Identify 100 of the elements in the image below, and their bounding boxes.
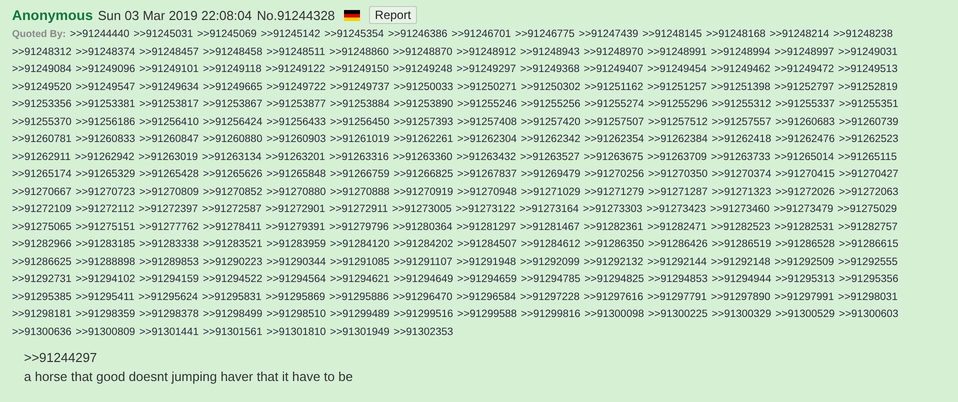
backlink[interactable]: >>91291948	[456, 256, 516, 268]
backlink[interactable]: >>91279796	[329, 220, 389, 232]
backlink[interactable]: >>91300636	[12, 326, 72, 338]
backlink[interactable]: >>91248312	[12, 46, 72, 58]
backlink[interactable]: >>91294785	[520, 273, 580, 285]
backlink[interactable]: >>91294825	[584, 273, 644, 285]
backlink[interactable]: >>91255312	[712, 98, 772, 110]
backlink[interactable]: >>91296584	[456, 290, 516, 302]
backlink[interactable]: >>91255370	[12, 116, 72, 128]
backlink[interactable]: >>91272397	[138, 203, 198, 215]
backlink[interactable]: >>91263201	[266, 150, 326, 162]
backlink[interactable]: >>91249031	[838, 46, 898, 58]
backlink[interactable]: >>91248860	[329, 46, 389, 58]
backlink[interactable]: >>91249737	[330, 80, 390, 92]
backlink[interactable]: >>91256450	[330, 116, 390, 128]
backlink[interactable]: >>91270667	[12, 186, 72, 198]
backlink[interactable]: >>91284202	[394, 238, 454, 250]
backlink[interactable]: >>91284612	[520, 238, 580, 250]
backlink[interactable]: >>91249122	[266, 63, 326, 75]
backlink[interactable]: >>91255337	[775, 98, 835, 110]
backlink[interactable]: >>91249454	[647, 63, 707, 75]
backlink[interactable]: >>91260903	[266, 133, 326, 145]
backlink[interactable]: >>91256186	[76, 116, 136, 128]
backlink[interactable]: >>91270948	[457, 186, 517, 198]
backlink[interactable]: >>91255351	[838, 98, 898, 110]
backlink[interactable]: >>91273479	[774, 203, 834, 215]
backlink[interactable]: >>91272109	[12, 203, 72, 215]
backlink[interactable]: >>91286350	[584, 238, 644, 250]
backlink[interactable]: >>91297991	[774, 290, 834, 302]
backlink[interactable]: >>91253884	[330, 98, 390, 110]
backlink[interactable]: >>91273005	[392, 203, 452, 215]
backlink[interactable]: >>91301441	[139, 326, 199, 338]
backlink[interactable]: >>91292144	[647, 256, 707, 268]
backlink[interactable]: >>91248912	[456, 46, 516, 58]
backlink[interactable]: >>91262942	[74, 150, 134, 162]
backlink[interactable]: >>91282361	[584, 220, 644, 232]
backlink[interactable]: >>91248870	[392, 46, 452, 58]
backlink[interactable]: >>91248943	[520, 46, 580, 58]
backlink[interactable]: >>91270888	[330, 186, 390, 198]
backlink[interactable]: >>91265115	[838, 150, 897, 162]
backlink[interactable]: >>91298031	[838, 290, 898, 302]
backlink[interactable]: >>91294522	[202, 273, 262, 285]
backlink[interactable]: >>91249118	[202, 63, 262, 75]
backlink[interactable]: >>91270852	[202, 186, 262, 198]
backlink[interactable]: >>91272587	[202, 203, 262, 215]
backlink[interactable]: >>91265329	[76, 168, 136, 180]
backlink[interactable]: >>91271279	[584, 186, 644, 198]
backlink[interactable]: >>91292555	[838, 256, 898, 268]
backlink[interactable]: >>91265428	[139, 168, 199, 180]
backlink[interactable]: >>91257507	[584, 116, 644, 128]
backlink[interactable]: >>91301810	[266, 326, 326, 338]
backlink[interactable]: >>91249634	[139, 80, 199, 92]
backlink[interactable]: >>91265626	[202, 168, 262, 180]
backlink[interactable]: >>91272026	[775, 186, 835, 198]
backlink[interactable]: >>91245142	[260, 28, 320, 40]
backlink[interactable]: >>91253817	[139, 98, 199, 110]
backlink[interactable]: >>91245354	[324, 28, 384, 40]
backlink[interactable]: >>91253877	[266, 98, 326, 110]
backlink[interactable]: >>91265174	[12, 168, 72, 180]
backlink[interactable]: >>91301949	[330, 326, 390, 338]
backlink[interactable]: >>91249665	[202, 80, 262, 92]
backlink[interactable]: >>91257557	[712, 116, 772, 128]
backlink[interactable]: >>91249513	[838, 63, 898, 75]
backlink[interactable]: >>91302353	[394, 326, 454, 338]
backlink[interactable]: >>91270880	[266, 186, 326, 198]
post-number-link[interactable]: No.91244328	[256, 8, 335, 22]
backlink[interactable]: >>91282471	[647, 220, 707, 232]
backlink[interactable]: >>91255296	[648, 98, 708, 110]
backlink[interactable]: >>91249297	[456, 63, 516, 75]
backlink[interactable]: >>91263360	[392, 150, 452, 162]
backlink[interactable]: >>91262476	[775, 133, 835, 145]
backlink[interactable]: >>91262342	[520, 133, 580, 145]
backlink[interactable]: >>91296470	[392, 290, 452, 302]
backlink[interactable]: >>91294159	[139, 273, 199, 285]
backlink[interactable]: >>91297791	[647, 290, 707, 302]
backlink[interactable]: >>91253356	[12, 98, 72, 110]
backlink[interactable]: >>91292509	[774, 256, 834, 268]
backlink[interactable]: >>91249101	[139, 63, 199, 75]
backlink[interactable]: >>91255256	[520, 98, 580, 110]
backlink[interactable]: >>91282523	[710, 220, 770, 232]
backlink[interactable]: >>91288898	[76, 256, 136, 268]
backlink[interactable]: >>91270919	[394, 186, 454, 198]
backlink[interactable]: >>91297890	[710, 290, 770, 302]
backlink[interactable]: >>91263709	[647, 150, 707, 162]
backlink[interactable]: >>91262523	[838, 133, 898, 145]
backlink[interactable]: >>91300098	[584, 308, 644, 320]
backlink[interactable]: >>91271287	[648, 186, 708, 198]
backlink[interactable]: >>91266825	[394, 168, 454, 180]
backlink[interactable]: >>91281467	[520, 220, 580, 232]
backlink[interactable]: >>91300225	[648, 308, 708, 320]
backlink[interactable]: >>91261019	[330, 133, 390, 145]
backlink[interactable]: >>91262384	[648, 133, 708, 145]
backlink[interactable]: >>91267837	[457, 168, 517, 180]
backlink[interactable]: >>91248214	[770, 28, 830, 40]
backlink[interactable]: >>91244440	[70, 28, 130, 40]
backlink[interactable]: >>91249368	[520, 63, 580, 75]
backlink[interactable]: >>91249248	[392, 63, 452, 75]
backlink[interactable]: >>91246701	[452, 28, 512, 40]
backlink[interactable]: >>91270256	[584, 168, 644, 180]
backlink[interactable]: >>91248458	[202, 46, 262, 58]
